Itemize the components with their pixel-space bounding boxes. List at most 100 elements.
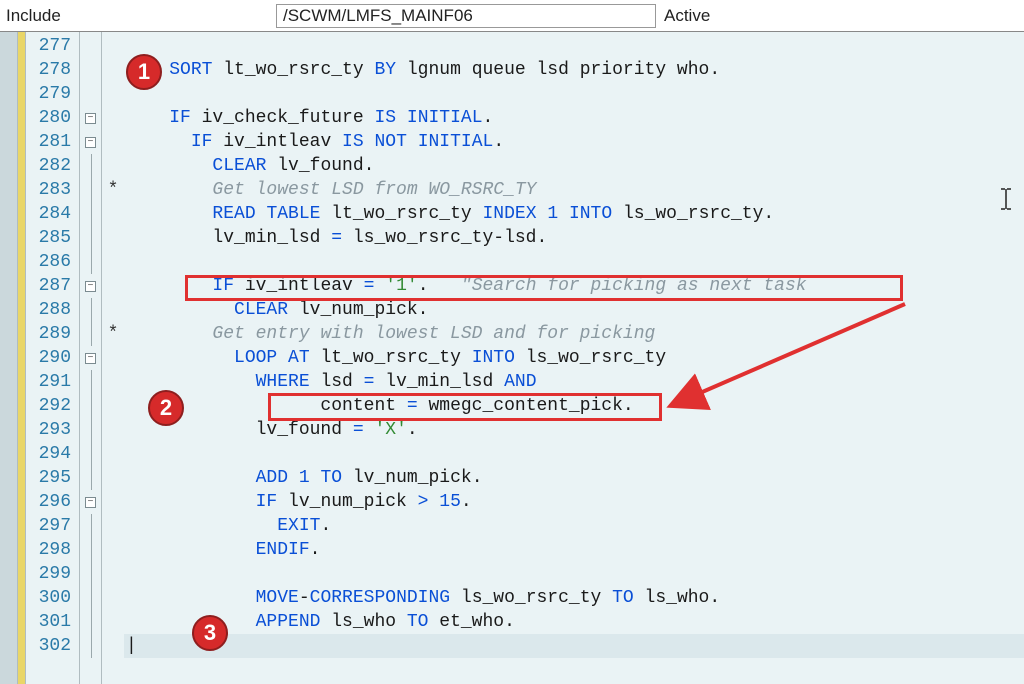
fold-cell[interactable] [80,634,101,658]
comment-marker [102,298,124,322]
code-line[interactable]: lv_min_lsd = ls_wo_rsrc_ty-lsd. [124,226,1024,250]
fold-cell[interactable] [80,250,101,274]
fold-cell[interactable] [80,34,101,58]
line-number[interactable]: 290 [26,346,79,370]
line-number[interactable]: 277 [26,34,79,58]
line-number[interactable]: 294 [26,442,79,466]
line-number[interactable]: 285 [26,226,79,250]
code-line[interactable]: EXIT. [124,514,1024,538]
line-number-gutter[interactable]: 2772782792802812822832842852862872882892… [26,32,80,684]
fold-cell[interactable] [80,82,101,106]
fold-cell[interactable] [80,322,101,346]
line-number[interactable]: 292 [26,394,79,418]
code-line[interactable]: Get entry with lowest LSD and for pickin… [124,322,1024,346]
code-line[interactable]: READ TABLE lt_wo_rsrc_ty INDEX 1 INTO ls… [124,202,1024,226]
fold-cell[interactable] [80,58,101,82]
fold-cell[interactable] [80,298,101,322]
comment-marker [102,562,124,586]
status-label: Active [664,6,710,26]
fold-cell[interactable] [80,538,101,562]
line-number[interactable]: 295 [26,466,79,490]
comment-marker [102,490,124,514]
line-number[interactable]: 280 [26,106,79,130]
code-line[interactable]: APPEND ls_who TO et_who. [124,610,1024,634]
fold-cell[interactable] [80,442,101,466]
code-line[interactable]: IF iv_intleav IS NOT INITIAL. [124,130,1024,154]
line-number[interactable]: 296 [26,490,79,514]
fold-cell[interactable] [80,562,101,586]
fold-collapse-icon[interactable]: − [85,113,96,124]
comment-marker [102,202,124,226]
fold-column[interactable]: − − − − − [80,32,102,684]
code-line[interactable] [124,34,1024,58]
fold-collapse-icon[interactable]: − [85,137,96,148]
fold-cell[interactable]: − [80,130,101,154]
text-cursor-icon [998,187,1014,211]
line-number[interactable]: 298 [26,538,79,562]
code-line[interactable]: Get lowest LSD from WO_RSRC_TY [124,178,1024,202]
fold-cell[interactable] [80,514,101,538]
code-line[interactable]: MOVE-CORRESPONDING ls_wo_rsrc_ty TO ls_w… [124,586,1024,610]
fold-cell[interactable] [80,202,101,226]
line-number[interactable]: 283 [26,178,79,202]
code-line[interactable] [124,562,1024,586]
code-area[interactable]: SORT lt_wo_rsrc_ty BY lgnum queue lsd pr… [124,32,1024,684]
code-line[interactable]: | [124,634,1024,658]
comment-marker [102,466,124,490]
line-number[interactable]: 297 [26,514,79,538]
code-line[interactable]: ADD 1 TO lv_num_pick. [124,466,1024,490]
line-number[interactable]: 278 [26,58,79,82]
line-number[interactable]: 287 [26,274,79,298]
code-line[interactable]: ENDIF. [124,538,1024,562]
line-number[interactable]: 284 [26,202,79,226]
code-line[interactable] [124,442,1024,466]
include-path-input[interactable] [276,4,656,28]
fold-cell[interactable] [80,586,101,610]
fold-collapse-icon[interactable]: − [85,281,96,292]
code-line[interactable] [124,250,1024,274]
header-bar: Include Active [0,0,1024,32]
fold-cell[interactable] [80,394,101,418]
fold-cell[interactable]: − [80,346,101,370]
fold-cell[interactable]: − [80,106,101,130]
line-number[interactable]: 289 [26,322,79,346]
code-editor[interactable]: 2772782792802812822832842852862872882892… [0,32,1024,684]
fold-cell[interactable]: − [80,490,101,514]
code-line[interactable]: CLEAR lv_found. [124,154,1024,178]
fold-collapse-icon[interactable]: − [85,497,96,508]
code-line[interactable]: lv_found = 'X'. [124,418,1024,442]
fold-cell[interactable] [80,154,101,178]
line-number[interactable]: 291 [26,370,79,394]
line-number[interactable]: 279 [26,82,79,106]
code-line[interactable]: content = wmegc_content_pick. [124,394,1024,418]
code-line[interactable]: WHERE lsd = lv_min_lsd AND [124,370,1024,394]
line-number[interactable]: 281 [26,130,79,154]
line-number[interactable]: 282 [26,154,79,178]
fold-cell[interactable]: − [80,274,101,298]
comment-marker [102,226,124,250]
comment-marker [102,442,124,466]
code-line[interactable]: CLEAR lv_num_pick. [124,298,1024,322]
code-line[interactable]: IF iv_intleav = '1'. "Search for picking… [124,274,1024,298]
code-line[interactable]: IF lv_num_pick > 15. [124,490,1024,514]
fold-cell[interactable] [80,418,101,442]
line-number[interactable]: 302 [26,634,79,658]
fold-cell[interactable] [80,226,101,250]
line-number[interactable]: 300 [26,586,79,610]
fold-cell[interactable] [80,370,101,394]
line-number[interactable]: 293 [26,418,79,442]
fold-collapse-icon[interactable]: − [85,353,96,364]
line-number[interactable]: 288 [26,298,79,322]
line-number[interactable]: 286 [26,250,79,274]
line-number[interactable]: 299 [26,562,79,586]
code-line[interactable]: IF iv_check_future IS INITIAL. [124,106,1024,130]
comment-marker [102,370,124,394]
code-line[interactable]: LOOP AT lt_wo_rsrc_ty INTO ls_wo_rsrc_ty [124,346,1024,370]
line-number[interactable]: 301 [26,610,79,634]
fold-cell[interactable] [80,610,101,634]
code-line[interactable] [124,82,1024,106]
code-line[interactable]: SORT lt_wo_rsrc_ty BY lgnum queue lsd pr… [124,58,1024,82]
fold-cell[interactable] [80,178,101,202]
annotation-badge-2: 2 [148,390,184,426]
fold-cell[interactable] [80,466,101,490]
